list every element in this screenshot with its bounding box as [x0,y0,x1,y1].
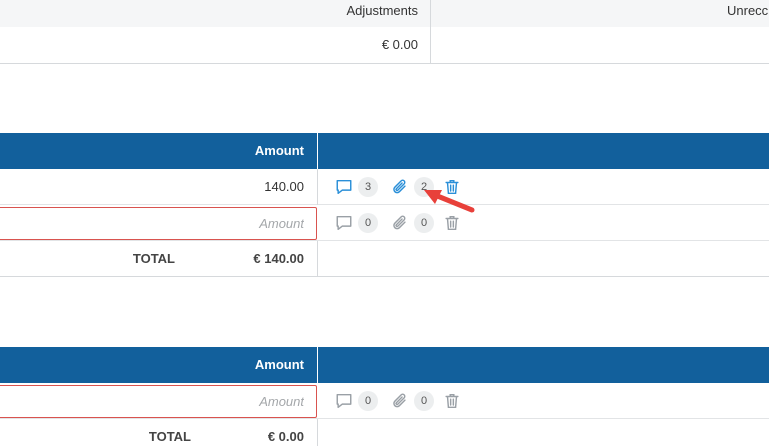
trash-icon[interactable] [442,177,462,197]
row-actions: 3 2 [318,169,462,205]
table-row: 0 0 [0,205,769,241]
comment-count-badge: 0 [358,391,378,411]
summary-header-row: Adjustments Unrecc [0,0,769,27]
row-actions: 0 0 [318,383,462,419]
trash-icon[interactable] [442,213,462,233]
amount-column-header: Amount [0,133,318,169]
section2-header-row: Amount [0,347,769,383]
paperclip-icon[interactable] [390,391,410,411]
total-row: TOTAL € 140.00 [0,241,769,277]
unreconciled-column-header: Unrecc [430,0,769,27]
unreconciled-value [430,27,769,63]
attachment-count-badge: 0 [414,213,434,233]
amount-column-header: Amount [0,347,318,383]
table-row: 140.00 3 2 [0,169,769,205]
paperclip-icon[interactable] [390,177,410,197]
adjustments-value: € 0.00 [381,37,418,52]
attachment-count-badge: 2 [414,177,434,197]
total-row: TOTAL € 0.00 [0,419,769,446]
adjustments-column-header: Adjustments [346,3,418,18]
amount-input[interactable] [0,385,317,418]
comment-icon[interactable] [334,213,354,233]
amount-input[interactable] [0,207,317,240]
row-actions: 0 0 [318,205,462,241]
total-value: € 140.00 [0,241,318,277]
comment-count-badge: 0 [358,213,378,233]
summary-row: € 0.00 [0,27,769,64]
trash-icon[interactable] [442,391,462,411]
paperclip-icon[interactable] [390,213,410,233]
total-value: € 0.00 [0,419,318,446]
section1-header-row: Amount [0,133,769,169]
amount-value: 140.00 [0,169,318,205]
comment-icon[interactable] [334,177,354,197]
comment-count-badge: 3 [358,177,378,197]
comment-icon[interactable] [334,391,354,411]
attachment-count-badge: 0 [414,391,434,411]
table-row: 0 0 [0,383,769,419]
